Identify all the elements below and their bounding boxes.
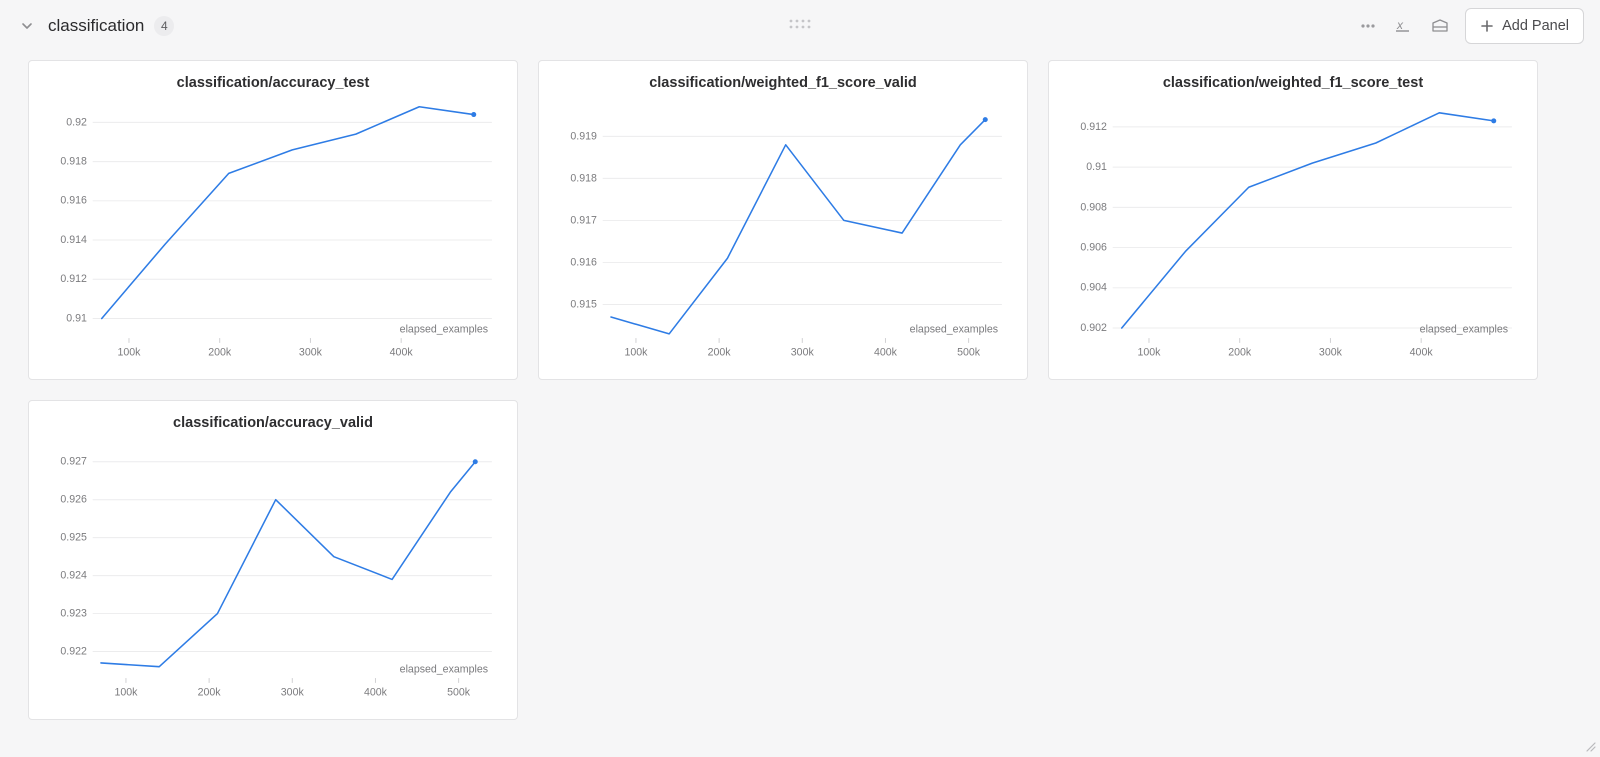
svg-text:0.906: 0.906 bbox=[1080, 241, 1107, 253]
svg-text:0.922: 0.922 bbox=[60, 645, 87, 657]
svg-text:0.925: 0.925 bbox=[60, 532, 87, 544]
add-panel-label: Add Panel bbox=[1502, 18, 1569, 34]
x-axis-label: elapsed_examples bbox=[400, 663, 488, 675]
svg-text:0.919: 0.919 bbox=[570, 130, 597, 142]
svg-text:400k: 400k bbox=[874, 346, 898, 358]
svg-text:400k: 400k bbox=[1410, 346, 1434, 358]
chart-panel[interactable]: classification/weighted_f1_score_test 0.9… bbox=[1048, 60, 1538, 380]
svg-text:100k: 100k bbox=[117, 346, 141, 358]
x-axis-label: elapsed_examples bbox=[910, 323, 998, 335]
chart-panel[interactable]: classification/accuracy_test0.910.9120.9… bbox=[28, 60, 518, 380]
chevron-down-icon[interactable] bbox=[16, 15, 38, 37]
panels-grid: classification/accuracy_test0.910.9120.9… bbox=[0, 52, 1600, 740]
svg-text:0.912: 0.912 bbox=[1080, 121, 1107, 133]
svg-text:0.904: 0.904 bbox=[1080, 282, 1107, 294]
svg-text:500k: 500k bbox=[957, 346, 981, 358]
svg-text:500k: 500k bbox=[447, 686, 471, 698]
svg-text:0.91: 0.91 bbox=[66, 312, 87, 324]
chart-title: classification/accuracy_test bbox=[37, 75, 509, 91]
section-count-badge: 4 bbox=[154, 16, 174, 36]
svg-text:100k: 100k bbox=[114, 686, 138, 698]
svg-text:0.908: 0.908 bbox=[1080, 201, 1107, 213]
svg-text:0.923: 0.923 bbox=[60, 607, 87, 619]
smoothing-icon[interactable]: x bbox=[1393, 15, 1415, 37]
svg-text:200k: 200k bbox=[208, 346, 232, 358]
section-title[interactable]: classification bbox=[48, 16, 144, 36]
add-panel-button[interactable]: Add Panel bbox=[1465, 8, 1584, 44]
svg-text:100k: 100k bbox=[624, 346, 648, 358]
x-axis-label: elapsed_examples bbox=[400, 323, 488, 335]
svg-text:0.92: 0.92 bbox=[66, 116, 87, 128]
chart-panel[interactable]: classification/accuracy_valid0.9220.9230… bbox=[28, 400, 518, 720]
svg-text:400k: 400k bbox=[364, 686, 388, 698]
svg-text:300k: 300k bbox=[281, 686, 305, 698]
svg-text:0.917: 0.917 bbox=[570, 214, 597, 226]
chart-title: classification/accuracy_valid bbox=[37, 415, 509, 431]
svg-text:300k: 300k bbox=[299, 346, 323, 358]
resize-handle-icon[interactable] bbox=[1584, 739, 1596, 751]
svg-text:0.91: 0.91 bbox=[1086, 161, 1107, 173]
chart-title: classification/weighted_f1_score_valid bbox=[547, 75, 1019, 91]
svg-text:0.927: 0.927 bbox=[60, 456, 87, 468]
chart-area: 0.902 0.904 0.906 0.908 0.91 0.912 100k 200k 300… bbox=[1057, 97, 1529, 367]
svg-text:0.916: 0.916 bbox=[570, 256, 597, 268]
svg-text:0.914: 0.914 bbox=[60, 234, 87, 246]
svg-text:100k: 100k bbox=[1137, 346, 1161, 358]
svg-text:200k: 200k bbox=[708, 346, 732, 358]
more-menu-icon[interactable] bbox=[1357, 15, 1379, 37]
export-icon[interactable] bbox=[1429, 15, 1451, 37]
section-header-left: classification 4 bbox=[16, 15, 174, 37]
svg-text:0.926: 0.926 bbox=[60, 494, 87, 506]
chart-panel[interactable]: classification/weighted_f1_score_valid 0.… bbox=[538, 60, 1028, 380]
svg-text:0.924: 0.924 bbox=[60, 570, 87, 582]
svg-text:0.916: 0.916 bbox=[60, 195, 87, 207]
svg-text:300k: 300k bbox=[1319, 346, 1343, 358]
svg-text:0.912: 0.912 bbox=[60, 273, 87, 285]
svg-text:0.918: 0.918 bbox=[570, 172, 597, 184]
svg-text:200k: 200k bbox=[1228, 346, 1252, 358]
svg-text:0.918: 0.918 bbox=[60, 156, 87, 168]
svg-text:0.902: 0.902 bbox=[1080, 322, 1107, 334]
svg-text:0.915: 0.915 bbox=[570, 298, 597, 310]
drag-handle-icon[interactable] bbox=[788, 17, 812, 35]
svg-text:400k: 400k bbox=[390, 346, 414, 358]
section-toolbar: x Add Panel bbox=[1357, 8, 1584, 44]
svg-text:300k: 300k bbox=[791, 346, 815, 358]
svg-text:x: x bbox=[1396, 18, 1404, 32]
chart-title: classification/weighted_f1_score_test bbox=[1057, 75, 1529, 91]
section-header: classification 4 x Add bbox=[0, 0, 1600, 52]
chart-area: 0.91 0.912 0.914 0.916 0.918 0.92 100k 200k 300k… bbox=[37, 97, 509, 367]
x-axis-label: elapsed_examples bbox=[1420, 323, 1508, 335]
svg-text:200k: 200k bbox=[198, 686, 222, 698]
chart-area: 0.922 0.923 0.924 0.925 0.926 0.927 100k 200k 30… bbox=[37, 437, 509, 707]
chart-area: 0.915 0.916 0.917 0.918 0.919 100k 200k 300k 400… bbox=[547, 97, 1019, 367]
